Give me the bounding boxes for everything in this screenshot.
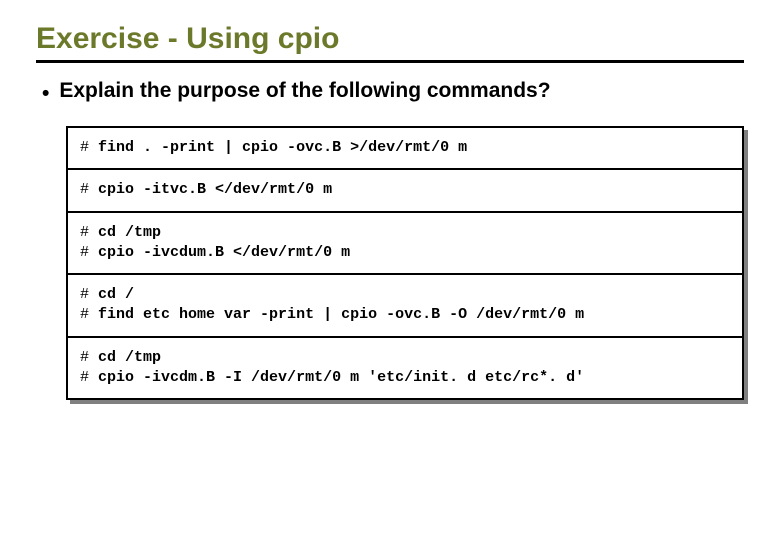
command-row: # find . -print | cpio -ovc.B >/dev/rmt/… [68, 128, 742, 170]
command-text: cpio -ivcdm.B -I /dev/rmt/0 m 'etc/init.… [98, 369, 584, 386]
bullet-text: Explain the purpose of the following com… [59, 79, 550, 103]
shell-prompt: # [80, 181, 89, 198]
command-row: # cd / # find etc home var -print | cpio… [68, 275, 742, 338]
code-box: # find . -print | cpio -ovc.B >/dev/rmt/… [66, 126, 744, 400]
command-text: cpio -itvc.B </dev/rmt/0 m [98, 181, 332, 198]
shell-prompt: # [80, 369, 89, 386]
shell-prompt: # [80, 139, 89, 156]
command-text: cd / [98, 286, 134, 303]
command-text: cd /tmp [98, 224, 161, 241]
shell-prompt: # [80, 349, 89, 366]
shell-prompt: # [80, 306, 89, 323]
bullet-item: • Explain the purpose of the following c… [36, 79, 744, 106]
command-text: cpio -ivcdum.B </dev/rmt/0 m [98, 244, 350, 261]
shell-prompt: # [80, 224, 89, 241]
shell-prompt: # [80, 244, 89, 261]
bullet-dot-icon: • [42, 79, 49, 106]
title-underline [36, 60, 744, 63]
command-row: # cd /tmp # cpio -ivcdm.B -I /dev/rmt/0 … [68, 338, 742, 399]
shell-prompt: # [80, 286, 89, 303]
command-text: find . -print | cpio -ovc.B >/dev/rmt/0 … [98, 139, 467, 156]
slide-title: Exercise - Using cpio [36, 22, 744, 58]
command-row: # cpio -itvc.B </dev/rmt/0 m [68, 170, 742, 212]
code-table: # find . -print | cpio -ovc.B >/dev/rmt/… [66, 126, 744, 400]
slide: Exercise - Using cpio • Explain the purp… [0, 0, 780, 540]
command-text: cd /tmp [98, 349, 161, 366]
command-row: # cd /tmp # cpio -ivcdum.B </dev/rmt/0 m [68, 213, 742, 276]
command-text: find etc home var -print | cpio -ovc.B -… [98, 306, 584, 323]
